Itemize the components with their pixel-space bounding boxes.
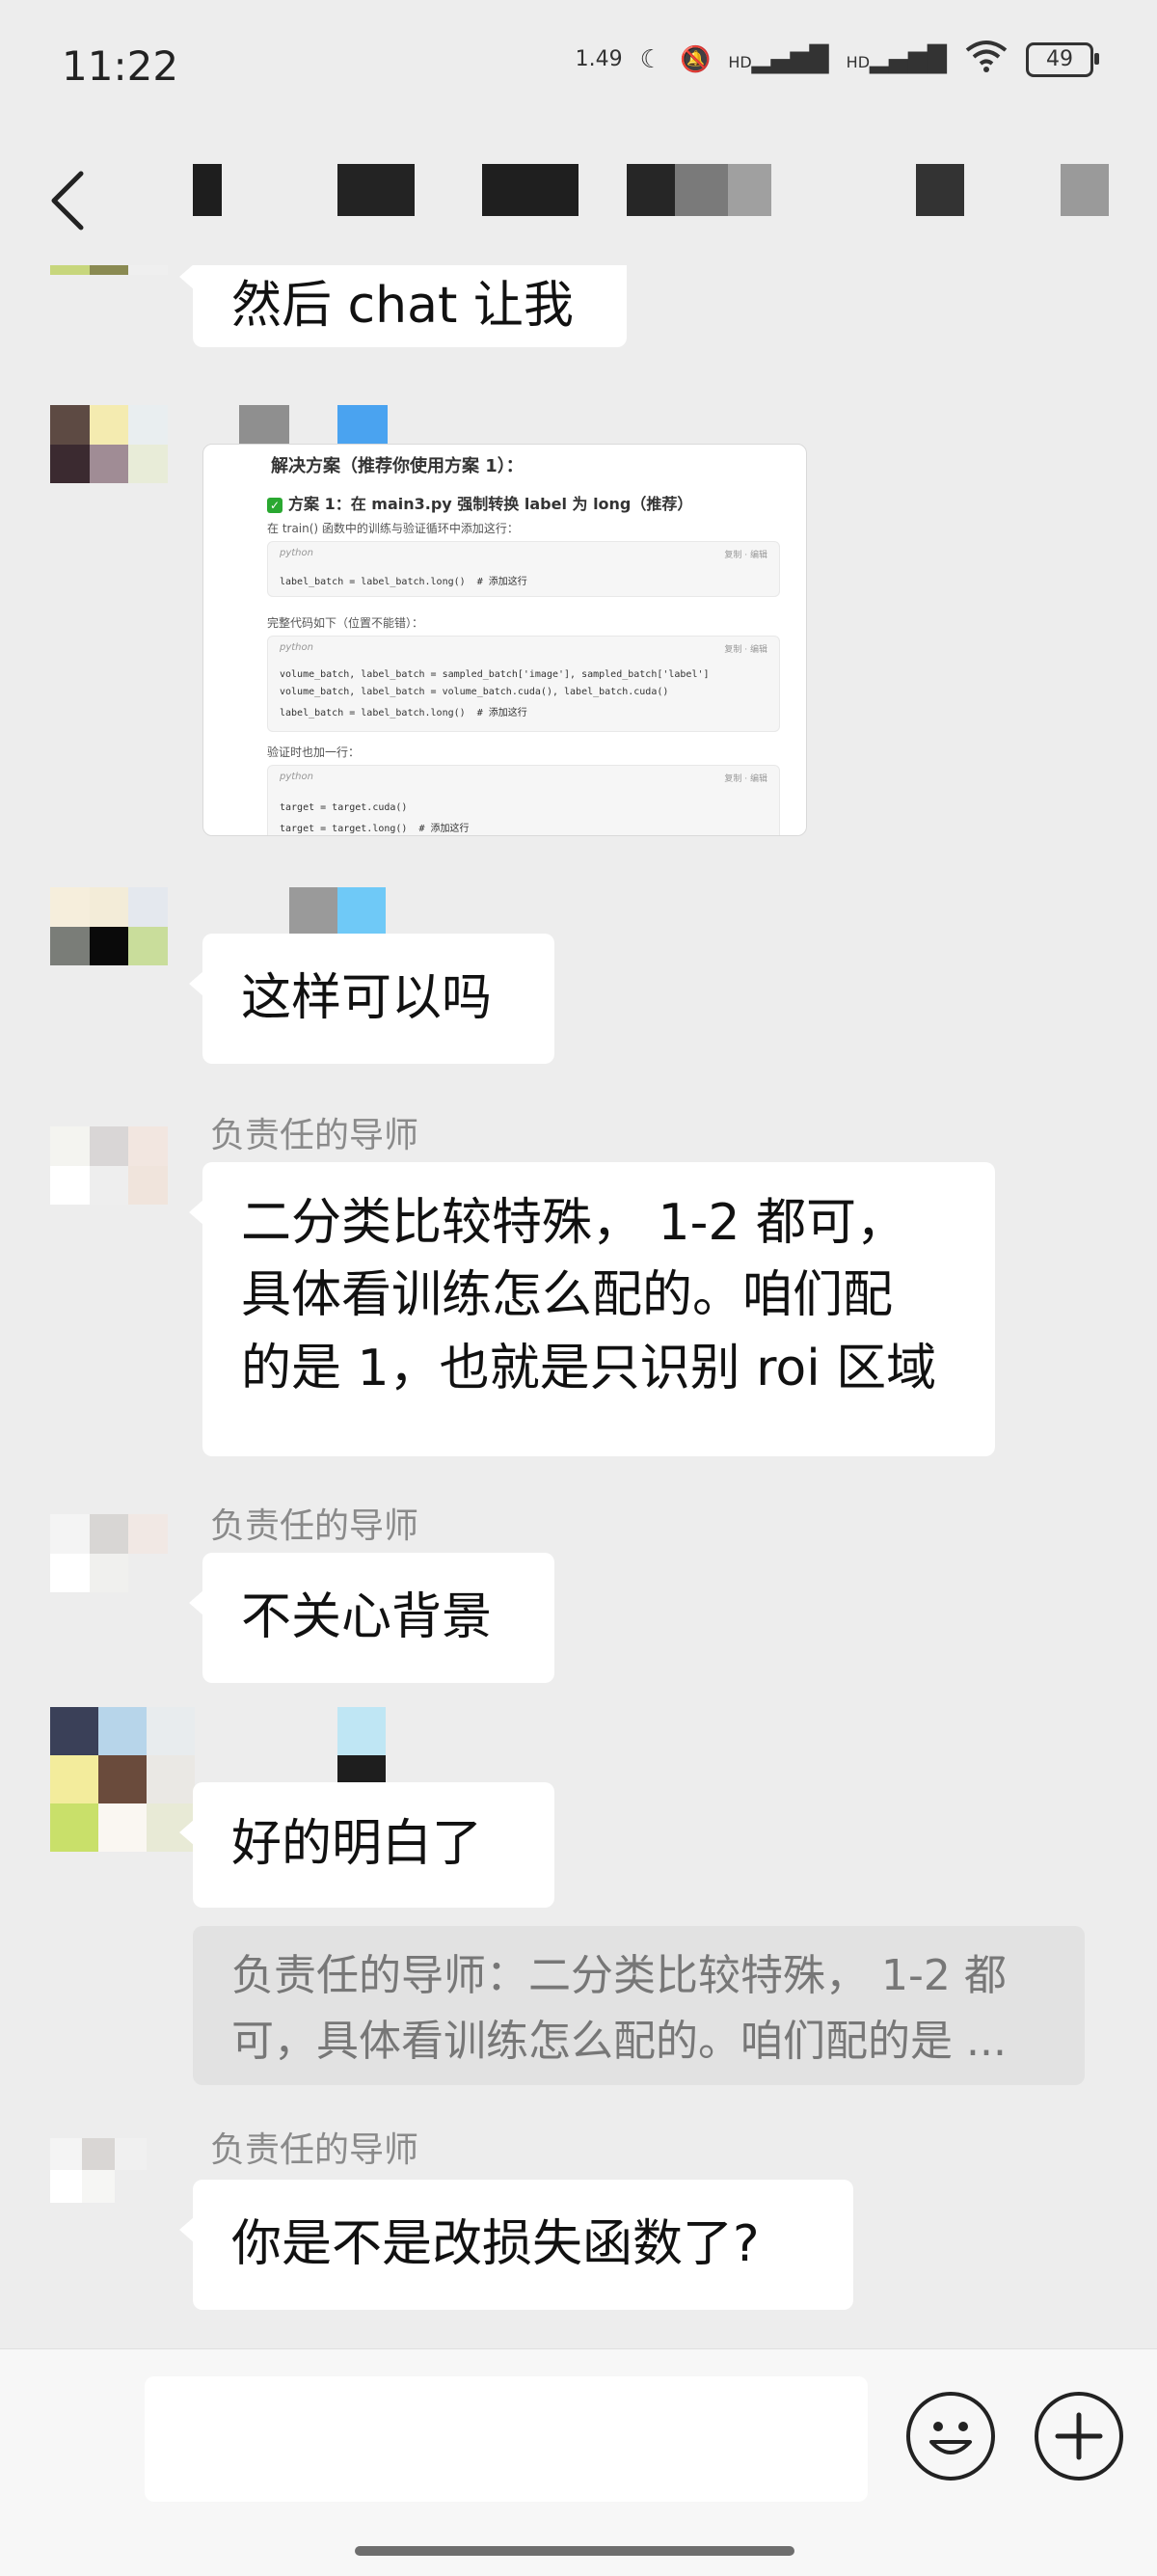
image-text-line: 验证时也加一行： — [267, 746, 361, 759]
code-line: volume_batch, label_batch = volume_batch… — [280, 687, 669, 697]
message-bubble[interactable]: 二分类比较特殊， 1-2 都可， 具体看训练怎么配的。咱们配 的是 1，也就是只… — [189, 1162, 995, 1456]
message-text: 你是不是改损失函数了? — [231, 2214, 760, 2273]
message-text-line: 二分类比较特殊， 1-2 都可， — [241, 1194, 906, 1252]
wifi-icon — [964, 39, 1009, 80]
emoji-icon[interactable] — [906, 2392, 995, 2481]
sender-name-redacted — [337, 1707, 386, 1755]
avatar[interactable] — [50, 1126, 168, 1244]
code-block: python 复制 · 编辑 volume_batch, label_batch… — [267, 636, 780, 732]
message-bubble[interactable]: 好的明白了 — [179, 1782, 554, 1908]
message-text: 这样可以吗 — [241, 968, 493, 1027]
code-line: target = target.long() # 添加这行 — [280, 824, 470, 834]
chat-title-redacted — [174, 164, 1118, 222]
code-lang: python — [280, 642, 313, 653]
status-icons: 1.49 ☾ 🔕 HD▂▄▆█ HD▂▄▆█ 49 — [575, 39, 1099, 80]
copy-label: 复制 · 编辑 — [724, 645, 767, 655]
sender-name-redacted — [337, 887, 386, 935]
image-subtitle: ✓ 方案 1：在 main3.py 强制转换 label 为 long（推荐） — [267, 491, 692, 514]
image-text-line: 完整代码如下（位置不能错）： — [267, 616, 424, 630]
avatar[interactable] — [50, 265, 168, 309]
signal-label-2: HD — [846, 52, 871, 71]
sender-name: 负责任的导师 — [210, 1116, 419, 1155]
message-text-line: 的是 1，也就是只识别 roi 区域 — [241, 1339, 937, 1397]
message-bubble[interactable]: 不关心背景 — [189, 1553, 554, 1683]
avatar[interactable] — [50, 1514, 168, 1632]
message-text-line: 具体看训练怎么配的。咱们配 — [241, 1266, 894, 1325]
message-bubble[interactable]: 然后 chat 让我 — [179, 265, 627, 347]
image-title: 解决方案（推荐你使用方案 1）： — [271, 456, 524, 476]
moon-icon: ☾ — [639, 44, 662, 74]
battery-level: 49 — [1046, 47, 1073, 71]
message-input[interactable] — [145, 2376, 868, 2502]
quoted-message[interactable]: 负责任的导师：二分类比较特殊， 1-2 都 可，具体看训练怎么配的。咱们配的是 … — [193, 1926, 1085, 2085]
code-block: python 复制 · 编辑 label_batch = label_batch… — [267, 541, 780, 597]
avatar[interactable] — [50, 2138, 147, 2235]
signal-label: HD — [728, 52, 752, 71]
code-line: target = target.cuda() — [280, 802, 408, 813]
quote-line: 可，具体看训练怎么配的。咱们配的是 ... — [231, 2017, 1007, 2067]
message-bubble[interactable]: 你是不是改损失函数了? — [179, 2180, 853, 2310]
mute-icon: 🔕 — [679, 44, 712, 74]
code-line: volume_batch, label_batch = sampled_batc… — [280, 669, 710, 680]
code-line: label_batch = label_batch.long() # 添加这行 — [280, 708, 527, 719]
battery-icon: 49 — [1026, 41, 1099, 77]
input-bar — [0, 2348, 1157, 2576]
home-indicator[interactable] — [355, 2546, 794, 2556]
sender-name-redacted — [337, 1755, 386, 1784]
plus-icon[interactable] — [1035, 2392, 1123, 2481]
chat-header — [0, 135, 1157, 265]
status-bar: 11:22 1.49 ☾ 🔕 HD▂▄▆█ HD▂▄▆█ 49 — [0, 0, 1157, 135]
message-text: 不关心背景 — [241, 1587, 493, 1646]
network-speed: 1.49 — [575, 47, 623, 71]
signal-icon-2: HD▂▄▆█ — [846, 44, 947, 74]
chevron-left-icon[interactable] — [48, 162, 106, 239]
avatar[interactable] — [50, 405, 168, 523]
avatar[interactable] — [50, 887, 168, 1005]
image-message[interactable]: 解决方案（推荐你使用方案 1）： ✓ 方案 1：在 main3.py 强制转换 l… — [202, 444, 807, 836]
signal-icon: HD▂▄▆█ — [728, 44, 829, 74]
message-text: 然后 chat 让我 — [231, 276, 574, 335]
image-text-line: 在 train() 函数中的训练与验证循环中添加这行： — [267, 522, 519, 535]
sender-name: 负责任的导师 — [210, 1506, 419, 1546]
code-block: python 复制 · 编辑 target = target.cuda() ta… — [267, 765, 780, 835]
avatar[interactable] — [50, 1707, 195, 1852]
quote-line: 负责任的导师：二分类比较特殊， 1-2 都 — [231, 1951, 1007, 2000]
message-text: 好的明白了 — [231, 1815, 483, 1874]
check-icon: ✓ — [267, 497, 283, 513]
code-lang: python — [280, 772, 313, 782]
code-line: label_batch = label_batch.long() # 添加这行 — [280, 577, 527, 587]
copy-label: 复制 · 编辑 — [724, 774, 767, 784]
sender-name-redacted — [289, 887, 337, 935]
chat-message-list[interactable]: 然后 chat 让我 解决方案（推荐你使用方案 1）： ✓ 方案 1：在 main… — [0, 265, 1157, 2348]
sender-name: 负责任的导师 — [210, 2130, 419, 2170]
status-time: 11:22 — [62, 42, 179, 90]
message-bubble[interactable]: 这样可以吗 — [189, 934, 554, 1064]
image-subtitle-text: 方案 1：在 main3.py 强制转换 label 为 long（推荐） — [288, 495, 693, 513]
code-lang: python — [280, 548, 313, 558]
copy-label: 复制 · 编辑 — [724, 551, 767, 560]
